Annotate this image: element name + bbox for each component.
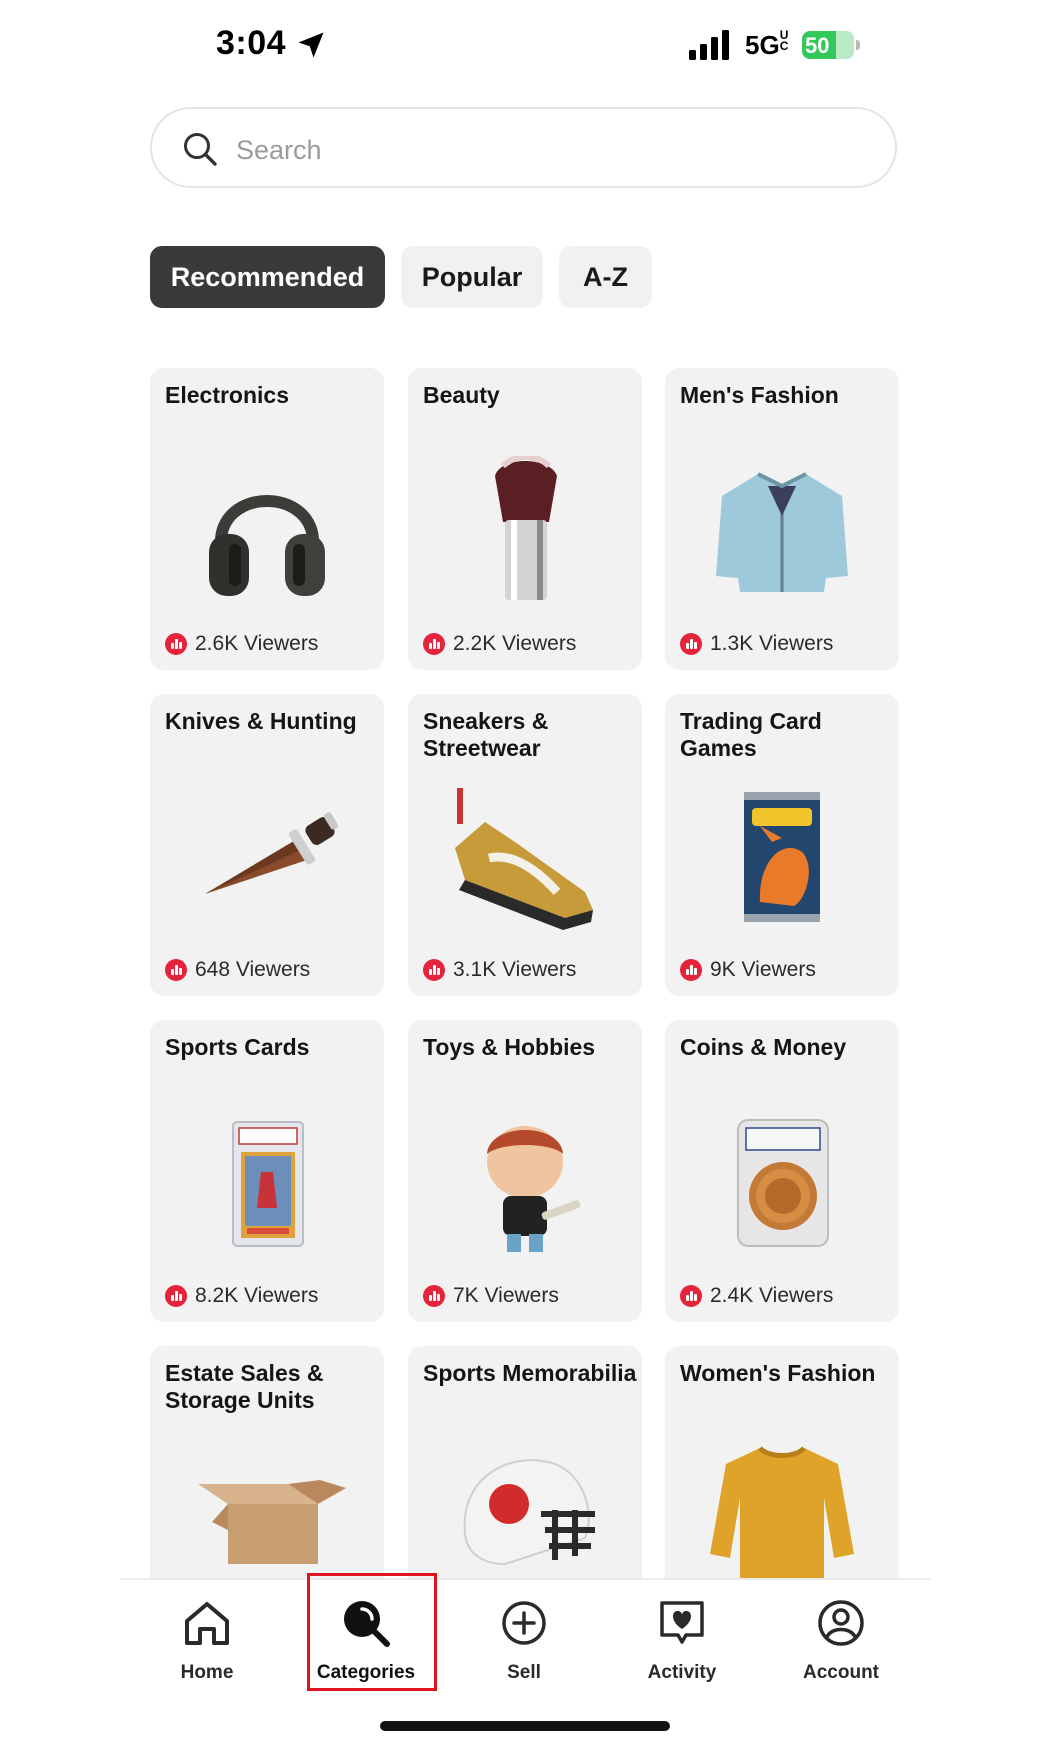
viewer-count: 2.6K Viewers bbox=[165, 632, 318, 656]
category-title: Coins & Money bbox=[680, 1034, 847, 1060]
category-card-sneakers-streetwear[interactable]: Sneakers & Streetwear 3.1K Viewers bbox=[408, 694, 642, 996]
category-title: Toys & Hobbies bbox=[423, 1034, 596, 1060]
nav-label: Account bbox=[803, 1662, 879, 1683]
sneaker-image bbox=[455, 788, 593, 930]
graded-coin-image bbox=[737, 1119, 829, 1247]
category-card-mens-fashion[interactable]: Men's Fashion 1.3K Viewers bbox=[665, 368, 899, 670]
battery-level: 50 bbox=[805, 33, 830, 58]
heart-message-icon bbox=[660, 1601, 704, 1644]
account-icon bbox=[818, 1600, 864, 1646]
category-card-trading-card-games[interactable]: Trading Card Games 9K Viewers bbox=[665, 694, 899, 996]
live-viewers-icon bbox=[423, 633, 445, 655]
status-time: 3:04 bbox=[216, 24, 287, 62]
category-card-sports-cards[interactable]: Sports Cards 8.2K Viewers bbox=[150, 1020, 384, 1322]
search-icon bbox=[184, 133, 217, 166]
home-indicator bbox=[380, 1721, 670, 1731]
jacket-image bbox=[716, 472, 848, 592]
headphones-image bbox=[209, 495, 325, 596]
makeup-brush-image bbox=[495, 456, 557, 600]
category-title: Estate Sales & Storage Units bbox=[165, 1360, 324, 1413]
category-card-beauty[interactable]: Beauty 2.2K Viewers bbox=[408, 368, 642, 670]
tab-popular[interactable]: Popular bbox=[401, 246, 543, 308]
nav-activity[interactable]: Activity bbox=[607, 1580, 757, 1690]
signal-bars-icon bbox=[689, 30, 729, 60]
live-viewers-icon bbox=[165, 1285, 187, 1307]
search-input[interactable] bbox=[234, 127, 838, 173]
live-viewers-icon bbox=[680, 959, 702, 981]
toy-figure-image bbox=[487, 1126, 581, 1252]
live-viewers-icon bbox=[165, 959, 187, 981]
nav-home[interactable]: Home bbox=[132, 1580, 282, 1690]
category-title: Sneakers & Streetwear bbox=[423, 708, 549, 761]
category-card-knives-hunting[interactable]: Knives & Hunting 648 Viewers bbox=[150, 694, 384, 996]
card-pack-image bbox=[744, 792, 820, 922]
nav-label: Sell bbox=[507, 1662, 541, 1683]
nav-sell[interactable]: Sell bbox=[449, 1580, 599, 1690]
cardboard-box-image bbox=[198, 1480, 346, 1564]
category-title: Electronics bbox=[165, 382, 289, 408]
nav-label: Home bbox=[180, 1662, 234, 1683]
sweater-image bbox=[710, 1446, 854, 1584]
category-title: Trading Card Games bbox=[680, 708, 822, 761]
location-arrow-icon bbox=[298, 32, 324, 58]
selection-highlight-box bbox=[307, 1573, 437, 1691]
football-helmet-image bbox=[463, 1459, 595, 1566]
status-bar: 3:04 5GUC 50 bbox=[0, 0, 1044, 95]
live-viewers-icon bbox=[423, 1285, 445, 1307]
viewer-count: 8.2K Viewers bbox=[165, 1284, 318, 1308]
category-title: Knives & Hunting bbox=[165, 708, 357, 734]
category-card-toys-hobbies[interactable]: Toys & Hobbies 7K Viewers bbox=[408, 1020, 642, 1322]
category-title: Men's Fashion bbox=[680, 382, 839, 408]
battery-icon: 50 bbox=[802, 31, 860, 61]
viewer-count: 648 Viewers bbox=[165, 958, 310, 982]
network-type: 5GUC bbox=[745, 28, 789, 60]
category-title: Beauty bbox=[423, 382, 500, 408]
nav-account[interactable]: Account bbox=[766, 1580, 916, 1690]
category-title: Sports Memorabilia bbox=[423, 1360, 637, 1386]
graded-card-image bbox=[232, 1121, 304, 1247]
live-viewers-icon bbox=[165, 633, 187, 655]
category-card-electronics[interactable]: Electronics 2.6K Viewers bbox=[150, 368, 384, 670]
category-title: Sports Cards bbox=[165, 1034, 310, 1060]
live-viewers-icon bbox=[680, 1285, 702, 1307]
plus-circle-icon bbox=[502, 1601, 546, 1645]
category-card-coins-money[interactable]: Coins & Money 2.4K Viewers bbox=[665, 1020, 899, 1322]
search-bar[interactable] bbox=[150, 107, 897, 188]
nav-label: Activity bbox=[647, 1662, 717, 1683]
home-icon bbox=[185, 1602, 229, 1645]
viewer-count: 2.4K Viewers bbox=[680, 1284, 833, 1308]
viewer-count: 1.3K Viewers bbox=[680, 632, 833, 656]
viewer-count: 9K Viewers bbox=[680, 958, 816, 982]
category-title: Women's Fashion bbox=[680, 1360, 876, 1386]
tab-recommended[interactable]: Recommended bbox=[150, 246, 385, 308]
viewer-count: 7K Viewers bbox=[423, 1284, 559, 1308]
tab-a-z[interactable]: A-Z bbox=[559, 246, 652, 308]
live-viewers-icon bbox=[680, 633, 702, 655]
live-viewers-icon bbox=[423, 959, 445, 981]
viewer-count: 3.1K Viewers bbox=[423, 958, 576, 982]
viewer-count: 2.2K Viewers bbox=[423, 632, 576, 656]
knife-image bbox=[205, 812, 339, 894]
